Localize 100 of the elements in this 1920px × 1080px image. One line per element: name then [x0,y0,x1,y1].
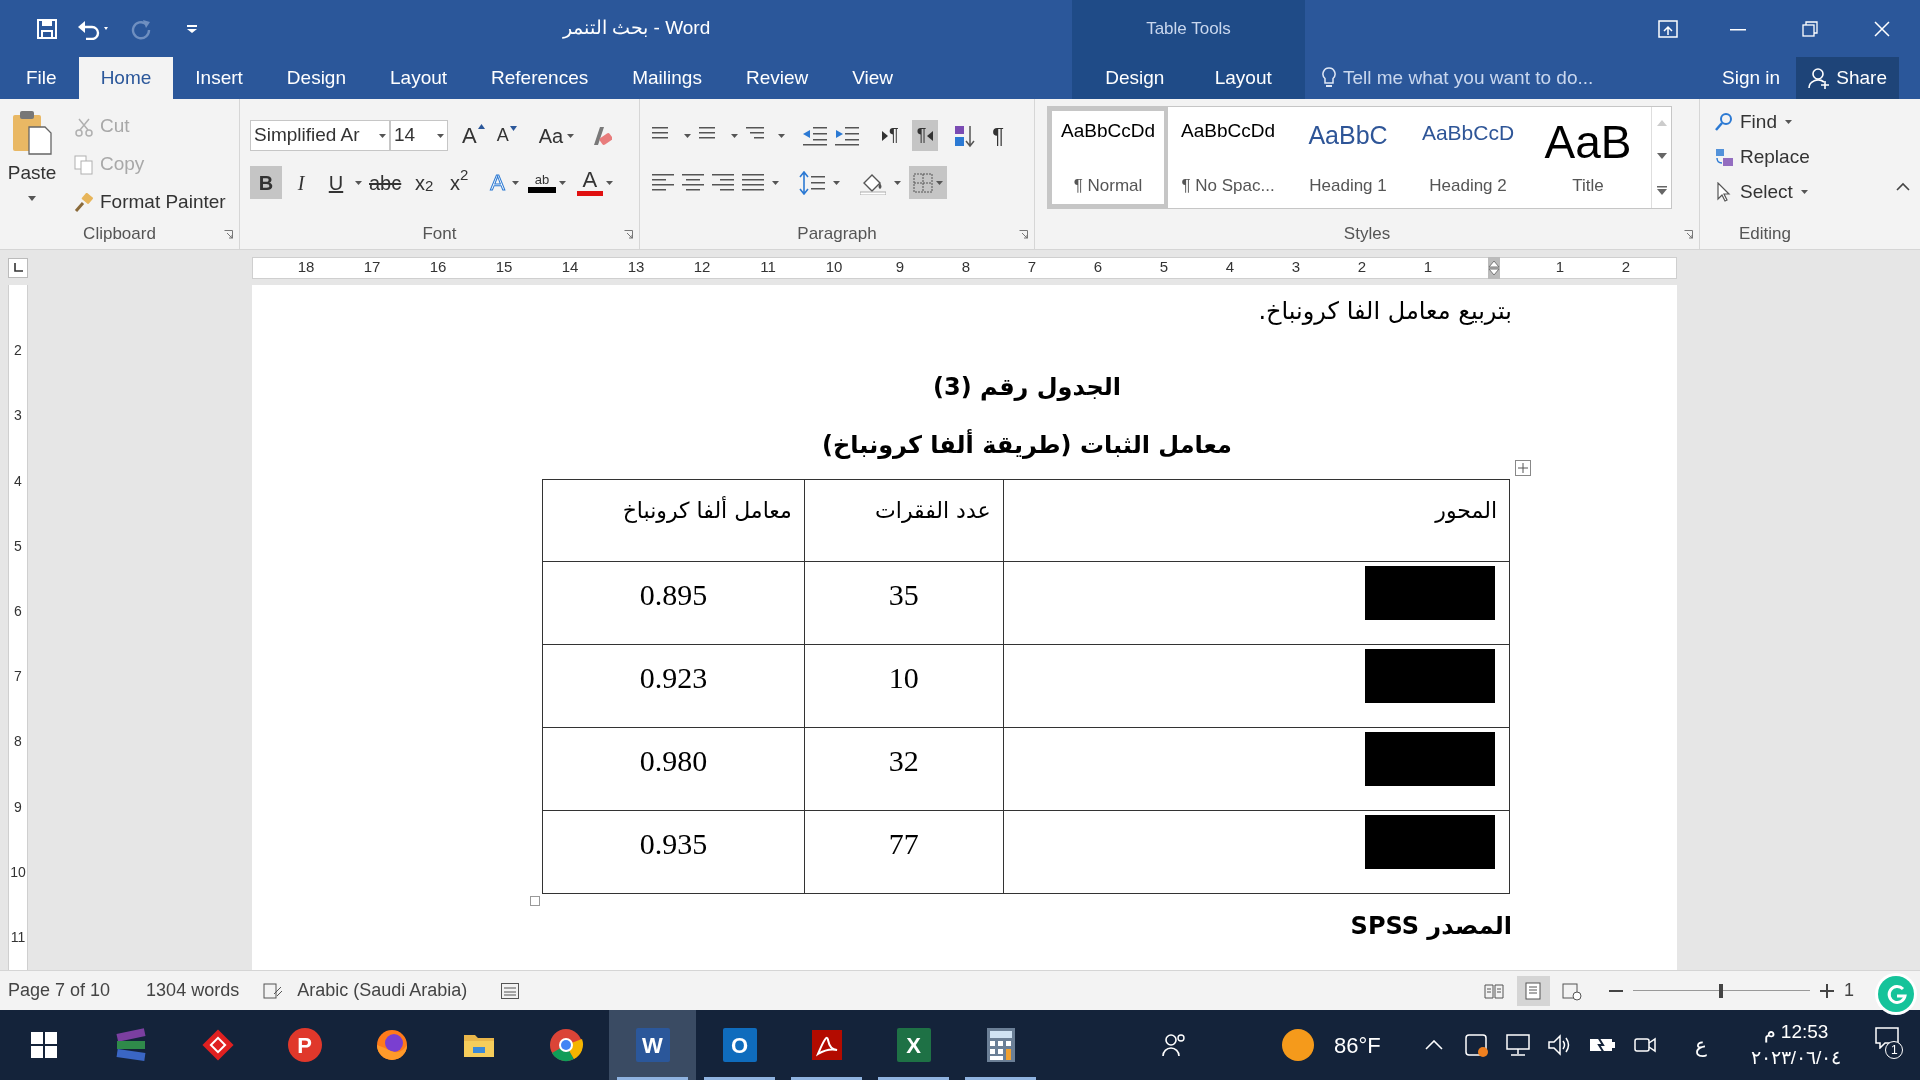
align-left-icon[interactable] [652,171,674,194]
customize-icon[interactable] [186,23,198,34]
sign-in-link[interactable]: Sign in [1722,63,1781,93]
ribbon-tab[interactable]: View [830,57,916,99]
sync-icon[interactable] [1462,1032,1489,1058]
ruler-number: 2 [14,341,22,361]
network-icon[interactable] [1504,1033,1531,1057]
highlight-button[interactable]: ab [525,166,568,199]
find-button[interactable]: Find [1714,107,1810,137]
format-button[interactable]: I [285,166,317,199]
line-spacing-icon[interactable] [799,170,825,195]
table-move-handle-icon[interactable] [1515,460,1531,476]
tell-me-field[interactable]: Tell me what you want to do... [1321,63,1721,93]
dialog-launcher-icon[interactable] [224,230,233,239]
proofing-icon[interactable] [263,981,284,1000]
paste-button[interactable]: Paste [0,99,64,219]
caret-icon [567,133,575,138]
ribbon-tab[interactable]: Home [78,57,174,99]
style-item[interactable]: AaBbCcDd ¶ Normal [1048,107,1168,208]
align-center-icon[interactable] [682,171,704,194]
sort-icon[interactable] [954,123,977,148]
caret-icon [936,180,943,185]
style-item[interactable]: AaBbC Heading 1 [1288,107,1408,208]
format-painter-button[interactable]: Format Painter [74,187,226,218]
increase-indent-icon[interactable] [835,124,859,147]
style-item[interactable]: AaBbCcD Heading 2 [1408,107,1528,208]
align-right-icon[interactable] [712,171,734,194]
zoom-in-icon[interactable] [1820,983,1834,998]
taskbar-app[interactable]: X [870,1010,957,1080]
caret-icon [605,180,613,185]
person-add-icon [1808,67,1831,89]
justify-icon[interactable] [742,171,764,194]
ribbon-tab[interactable]: File [4,57,79,99]
font-color-button[interactable]: A [574,166,615,199]
triangle-icon [882,130,888,141]
ribbon-tab[interactable]: Layout [368,57,470,99]
font-name-field[interactable]: Simplified Ar [250,120,390,151]
collapse-ribbon-icon[interactable] [1896,182,1910,191]
change-case-button[interactable]: Aa [534,120,579,151]
shrink-font-button[interactable]: A [492,120,521,151]
restore-icon[interactable] [1802,20,1818,37]
scroll-up-icon [1656,120,1667,127]
dialog-launcher-icon[interactable] [1684,230,1693,239]
taskbar-app[interactable]: O [696,1010,783,1080]
grow-font-button[interactable]: A [458,120,489,151]
style-item[interactable]: AaB Title [1528,107,1648,208]
assistant-circle-icon[interactable] [1874,972,1918,1016]
ribbon-tab[interactable]: Design [1083,57,1187,99]
font-size-field[interactable]: 14 [390,120,448,151]
caret-up-icon[interactable] [1424,1040,1443,1050]
volume-icon[interactable] [1546,1033,1571,1057]
tab-stop-icon [13,262,23,273]
input-language[interactable]: ع [1694,1030,1707,1060]
share-button[interactable]: Share [1796,57,1900,99]
ribbon-tab[interactable]: Insert [173,57,265,99]
close-icon[interactable] [1874,20,1890,37]
clock[interactable]: 12:53 م ٢٠٢٣/٠٦/٠٤ [1750,1019,1842,1071]
ribbon-tab[interactable]: References [469,57,611,99]
taskbar-app[interactable]: W [609,1010,696,1080]
show-marks-button[interactable]: ¶ [992,119,1005,152]
indent-marker-icon[interactable] [1488,256,1500,279]
language-status[interactable]: Arabic (Saudi Arabia) [297,977,468,1004]
ribbon-tab[interactable]: Review [723,57,831,99]
ribbon-tab[interactable]: Layout [1192,57,1294,99]
taskbar-app[interactable]: P [261,1010,348,1080]
macro-icon[interactable] [501,982,520,999]
table-resize-handle-icon[interactable] [530,896,540,906]
clipboard-icon [11,109,53,155]
dialog-launcher-icon[interactable] [624,230,633,239]
word-count[interactable]: 1304 words [146,977,240,1004]
format-button[interactable]: abc [365,166,406,199]
format-button[interactable]: B [250,166,282,199]
ruler-number: 16 [429,257,447,278]
zoom-level[interactable]: 1 [1844,977,1854,1004]
decrease-indent-icon[interactable] [803,124,827,147]
ribbon-display-icon[interactable] [1658,19,1678,38]
format-button[interactable]: U [320,166,352,199]
left-to-right-button[interactable]: ¶ [877,120,904,151]
right-to-left-button[interactable]: ¶ [911,120,939,151]
format-button[interactable]: x$_{2}$ [408,166,441,199]
select-button[interactable]: Select [1714,177,1810,207]
ribbon-tab[interactable]: Design [264,57,368,99]
style-item[interactable]: AaBbCcDd ¶ No Spac... [1168,107,1288,208]
format-button[interactable]: x$^{2}$ [443,166,476,199]
notifications-button[interactable]: 1 [1875,1025,1906,1065]
zoom-slider[interactable] [1633,983,1810,998]
globe-page-icon [1561,980,1584,1001]
save-icon[interactable] [36,17,58,40]
replace-button[interactable]: Replace [1714,142,1810,172]
dialog-launcher-icon[interactable] [1019,230,1028,239]
slider-thumb[interactable] [1719,983,1724,998]
weather-temperature[interactable]: 86°F [1334,1028,1381,1062]
page-count[interactable]: Page 7 of 10 [8,977,111,1004]
ribbon-tab[interactable]: Mailings [610,57,724,99]
print-view-button[interactable] [1517,975,1550,1006]
tab-selector[interactable] [8,257,28,278]
people-icon[interactable] [1162,1032,1188,1058]
sun-icon[interactable] [1280,1027,1316,1063]
more-styles-icon [1656,185,1667,195]
caret-up-icon [477,124,485,129]
